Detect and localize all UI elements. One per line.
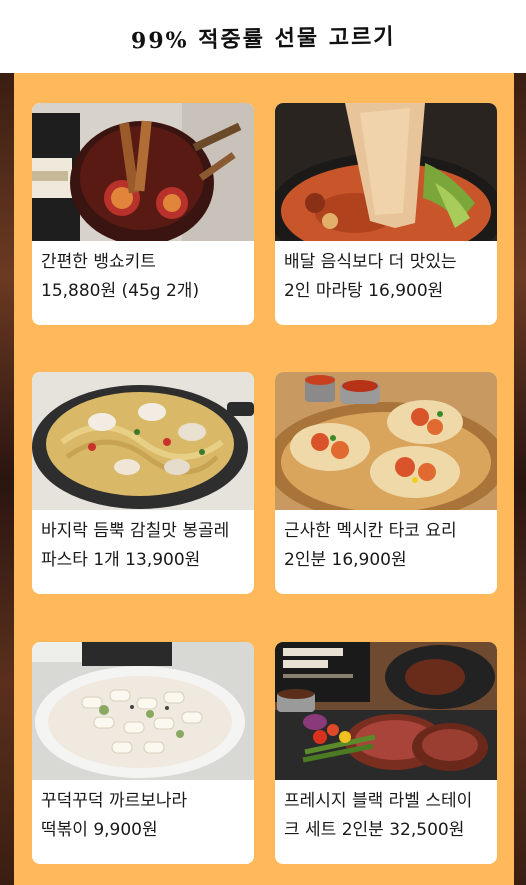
product-card[interactable]: 간편한 뱅쇼키트 15,880원 (45g 2개): [32, 103, 254, 325]
product-price: 2인 마라탕 16,900원: [284, 281, 444, 301]
carbonara-tteokbokki-image: [32, 642, 254, 780]
product-name: 간편한 뱅쇼키트: [41, 252, 156, 272]
background-image-edge: [0, 73, 14, 885]
product-name: 배달 음식보다 더 맛있는: [284, 252, 457, 272]
product-price: 15,880원 (45g 2개): [41, 281, 200, 301]
product-price: 2인분 16,900원: [284, 550, 407, 570]
product-card[interactable]: 근사한 멕시칸 타코 요리 2인분 16,900원: [275, 372, 497, 594]
header: 99% 적중률 선물 고르기: [0, 0, 526, 73]
vongole-pasta-image: [32, 372, 254, 510]
product-card[interactable]: 배달 음식보다 더 맛있는 2인 마라탕 16,900원: [275, 103, 497, 325]
product-card[interactable]: 꾸덕꾸덕 까르보나라 떡볶이 9,900원: [32, 642, 254, 864]
product-price: 크 세트 2인분 32,500원: [284, 820, 465, 840]
product-name: 꾸덕꾸덕 까르보나라: [41, 791, 188, 811]
product-card[interactable]: 프레시지 블랙 라벨 스테이 크 세트 2인분 32,500원: [275, 642, 497, 864]
product-grid: 간편한 뱅쇼키트 15,880원 (45g 2개) 배달 음식보다 더 맛있는 …: [14, 73, 514, 885]
product-caption: 배달 음식보다 더 맛있는 2인 마라탕 16,900원: [284, 248, 492, 306]
mexican-taco-image: [275, 372, 497, 510]
product-card[interactable]: 바지락 듬뿍 감칠맛 봉골레 파스타 1개 13,900원: [32, 372, 254, 594]
product-caption: 꾸덕꾸덕 까르보나라 떡볶이 9,900원: [41, 787, 249, 845]
malatang-image: [275, 103, 497, 241]
page-title: 99% 적중률 선물 고르기: [130, 23, 396, 54]
product-caption: 바지락 듬뿍 감칠맛 봉골레 파스타 1개 13,900원: [41, 517, 249, 575]
product-price: 떡볶이 9,900원: [41, 820, 158, 840]
product-caption: 근사한 멕시칸 타코 요리 2인분 16,900원: [284, 517, 492, 575]
product-name: 프레시지 블랙 라벨 스테이: [284, 791, 473, 811]
product-price: 파스타 1개 13,900원: [41, 550, 201, 570]
product-name: 근사한 멕시칸 타코 요리: [284, 521, 457, 541]
background-image-edge: [514, 73, 526, 885]
black-label-steak-image: [275, 642, 497, 780]
product-caption: 프레시지 블랙 라벨 스테이 크 세트 2인분 32,500원: [284, 787, 492, 845]
product-name: 바지락 듬뿍 감칠맛 봉골레: [41, 521, 230, 541]
mulled-wine-kit-image: [32, 103, 254, 241]
product-caption: 간편한 뱅쇼키트 15,880원 (45g 2개): [41, 248, 249, 306]
